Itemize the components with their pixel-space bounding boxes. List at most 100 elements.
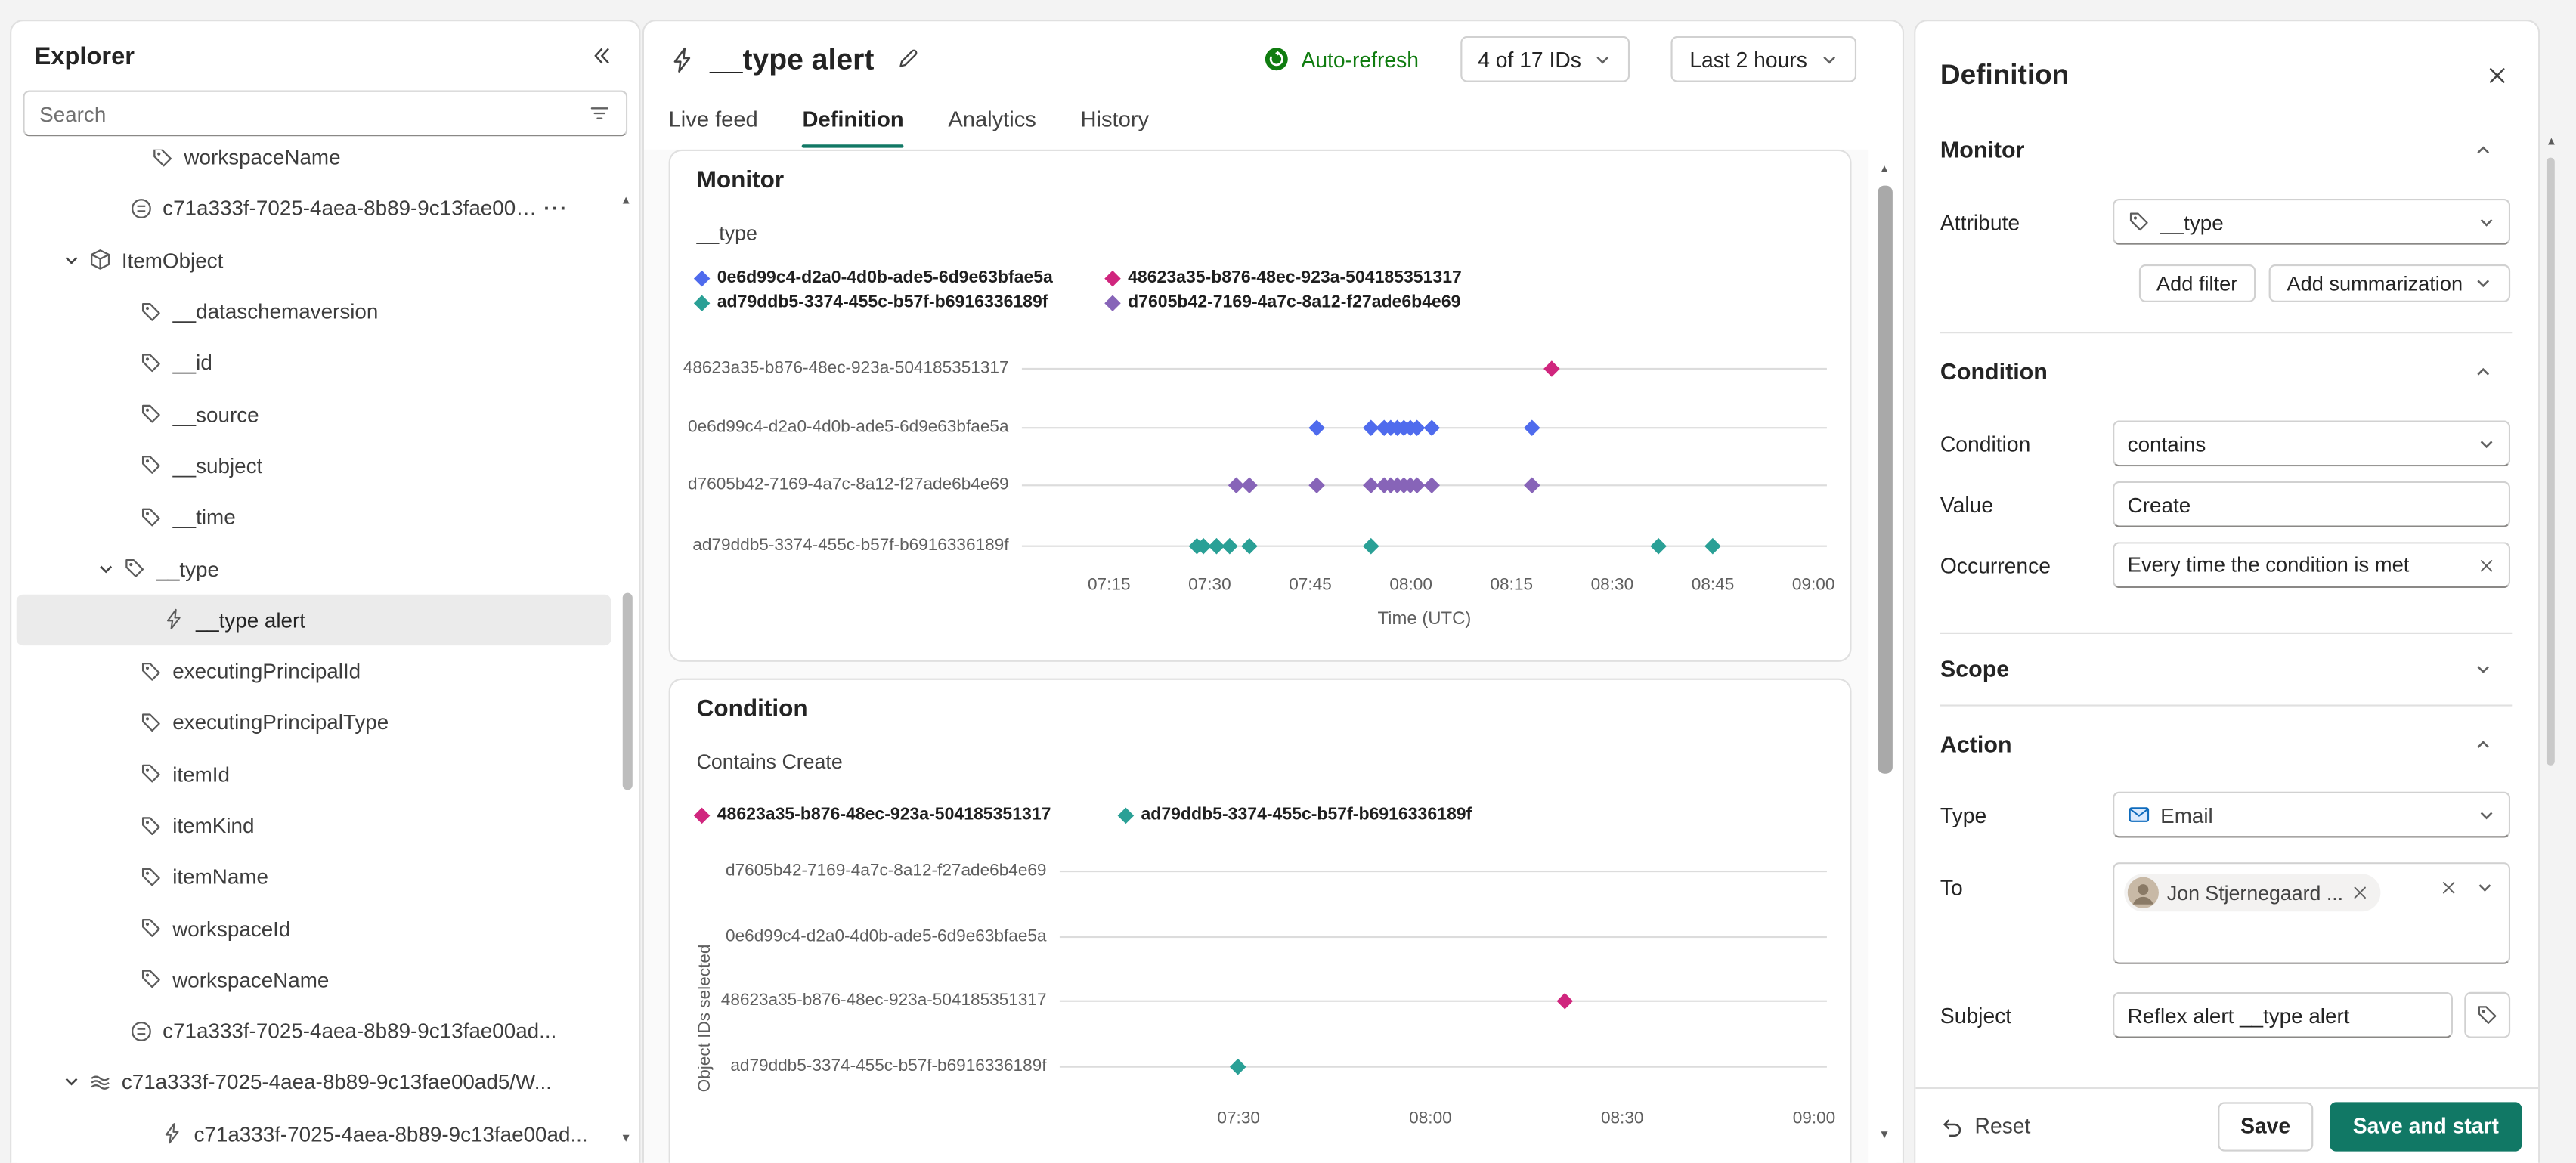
tree-item-label: executingPrincipalId: [172, 659, 361, 684]
tab-history[interactable]: History: [1081, 97, 1150, 150]
action-type-dropdown[interactable]: Email: [2113, 792, 2510, 838]
section-condition-label: Condition: [1940, 358, 2048, 385]
chart-category-label: 48623a35-b876-48ec-923a-504185351317: [721, 992, 1047, 1010]
tag-icon: [140, 865, 163, 888]
tag-icon: [140, 762, 163, 785]
tab-definition[interactable]: Definition: [802, 97, 903, 150]
legend-item: 0e6d99c4-d2a0-4d0b-ade5-6d9e63bfae5a: [697, 266, 1107, 289]
edit-title-icon[interactable]: [897, 48, 920, 70]
tree-item[interactable]: __type: [17, 543, 611, 594]
clear-icon[interactable]: [2478, 556, 2496, 574]
clear-recipients-icon[interactable]: [2440, 879, 2458, 897]
explorer-title: Explorer: [35, 42, 135, 70]
definition-panel-title: Definition: [1940, 59, 2069, 91]
axis-tick-label: 08:30: [1566, 577, 1658, 595]
chevron-down-icon: [2478, 435, 2496, 453]
tree-item-label: __subject: [172, 453, 262, 478]
tree-item[interactable]: __subject: [17, 440, 611, 491]
add-summarization-button[interactable]: Add summarization: [2269, 264, 2511, 302]
time-range-dropdown[interactable]: Last 2 hours: [1671, 36, 1856, 82]
chart-row-line: [1060, 1001, 1827, 1002]
tree-item[interactable]: c71a333f-7025-4aea-8b89-9c13fae00ad5/W..…: [17, 1056, 611, 1108]
more-options-button[interactable]: ···: [543, 197, 568, 220]
occurrence-field[interactable]: Every time the condition is met: [2113, 542, 2510, 588]
section-condition-header[interactable]: Condition: [1915, 358, 2538, 385]
panel-scrollbar-up-arrow[interactable]: ▲: [2543, 135, 2560, 151]
tab-bar: Live feed Definition Analytics History: [644, 97, 1903, 150]
filter-icon[interactable]: [588, 102, 611, 125]
legend-diamond-icon: [695, 807, 710, 822]
tree-item[interactable]: workspaceId: [17, 902, 611, 954]
tree-item[interactable]: __type alert: [17, 594, 611, 645]
content-scrollbar-down-arrow[interactable]: ▼: [1876, 1128, 1893, 1145]
tab-live-feed[interactable]: Live feed: [669, 97, 758, 150]
panel-scrollbar-thumb[interactable]: [2547, 158, 2555, 766]
section-monitor-header[interactable]: Monitor: [1915, 136, 2538, 162]
tree-scrollbar-up-arrow[interactable]: ▲: [618, 193, 634, 210]
tree-item[interactable]: c71a333f-7025-4aea-8b89-9c13fae00ad...: [17, 1108, 611, 1159]
tree-item[interactable]: __source: [17, 388, 611, 440]
tree-item[interactable]: __dataschemaversion: [17, 286, 611, 337]
subject-label: Subject: [1940, 1003, 2113, 1028]
collapse-explorer-button[interactable]: [587, 41, 616, 70]
time-range-value: Last 2 hours: [1689, 47, 1807, 72]
chart-category-label: 0e6d99c4-d2a0-4d0b-ade5-6d9e63bfae5a: [688, 419, 1008, 437]
auto-refresh-status[interactable]: Auto-refresh: [1263, 46, 1418, 73]
tag-icon: [140, 711, 163, 734]
attribute-dropdown[interactable]: __type: [2113, 199, 2510, 245]
recipient-chip[interactable]: Jon Stjernegaard ...: [2124, 874, 2381, 911]
chart-category-label: 48623a35-b876-48ec-923a-504185351317: [683, 360, 1009, 378]
chevron-down-icon[interactable]: [97, 559, 115, 577]
tree-item[interactable]: __id: [17, 337, 611, 388]
tree-item[interactable]: itemKind: [17, 800, 611, 851]
tree-item-label: __time: [172, 505, 236, 530]
value-input[interactable]: [2128, 492, 2496, 517]
tree-item[interactable]: ItemObject: [17, 234, 611, 286]
tree-item-label: ItemObject: [122, 248, 223, 273]
chevron-down-icon: [2478, 212, 2496, 230]
save-and-start-button[interactable]: Save and start: [2330, 1101, 2522, 1150]
tree-item[interactable]: executingPrincipalId: [17, 645, 611, 697]
chevron-down-icon[interactable]: [63, 1073, 81, 1091]
add-filter-button[interactable]: Add filter: [2138, 264, 2256, 302]
save-button[interactable]: Save: [2218, 1101, 2314, 1150]
condition-operator-dropdown[interactable]: contains: [2113, 420, 2510, 466]
tree-item[interactable]: __time: [17, 491, 611, 543]
y-axis-title: Object IDs selected: [697, 862, 715, 1092]
reset-button[interactable]: Reset: [1940, 1114, 2030, 1139]
tree-item[interactable]: workspaceName: [17, 150, 611, 183]
section-action-header[interactable]: Action: [1915, 731, 2538, 757]
subject-input[interactable]: [2128, 1003, 2438, 1028]
tree-item[interactable]: itemName: [17, 851, 611, 902]
chevron-down-icon[interactable]: [63, 251, 81, 269]
main-panel: __type alert Auto-refresh 4 of 17 IDs La…: [642, 20, 1904, 1163]
legend-diamond-icon: [1118, 807, 1133, 822]
tab-analytics[interactable]: Analytics: [948, 97, 1036, 150]
tree-item[interactable]: executingPrincipalType: [17, 697, 611, 748]
legend-label: 0e6d99c4-d2a0-4d0b-ade5-6d9e63bfae5a: [717, 268, 1053, 287]
tree-item-label: workspaceName: [184, 150, 340, 169]
search-input[interactable]: [39, 101, 588, 126]
reset-label: Reset: [1975, 1114, 2031, 1139]
tree-item[interactable]: c71a333f-7025-4aea-8b89-9c13fae00ad...: [17, 1005, 611, 1056]
tag-icon: [151, 150, 174, 169]
insert-attribute-button[interactable]: [2464, 992, 2510, 1038]
tree-scrollbar-down-arrow[interactable]: ▼: [618, 1132, 634, 1149]
tree-item[interactable]: c71a333f-7025-4aea-8b89-9c13fae00ad...··…: [17, 183, 611, 234]
legend-diamond-icon: [1105, 295, 1120, 310]
tree-item-label: workspaceName: [172, 967, 329, 992]
content-scrollbar-thumb[interactable]: [1878, 186, 1893, 774]
tree-item[interactable]: itemId: [17, 748, 611, 800]
close-icon[interactable]: [2486, 64, 2509, 87]
legend-item: 48623a35-b876-48ec-923a-504185351317: [1107, 266, 1824, 289]
remove-recipient-icon[interactable]: [2352, 883, 2370, 902]
tag-icon: [2475, 1004, 2498, 1026]
ids-selector-dropdown[interactable]: 4 of 17 IDs: [1460, 36, 1630, 82]
section-scope-header[interactable]: Scope: [1915, 655, 2538, 682]
chart-category-label: ad79ddb5-3374-455c-b57f-b6916336189f: [692, 537, 1008, 555]
chevron-down-icon[interactable]: [2475, 879, 2494, 897]
tree-scrollbar-thumb[interactable]: [623, 593, 633, 790]
recipients-field[interactable]: Jon Stjernegaard ...: [2113, 862, 2510, 964]
tree-item[interactable]: workspaceName: [17, 954, 611, 1005]
content-scrollbar-up-arrow[interactable]: ▲: [1876, 162, 1893, 179]
